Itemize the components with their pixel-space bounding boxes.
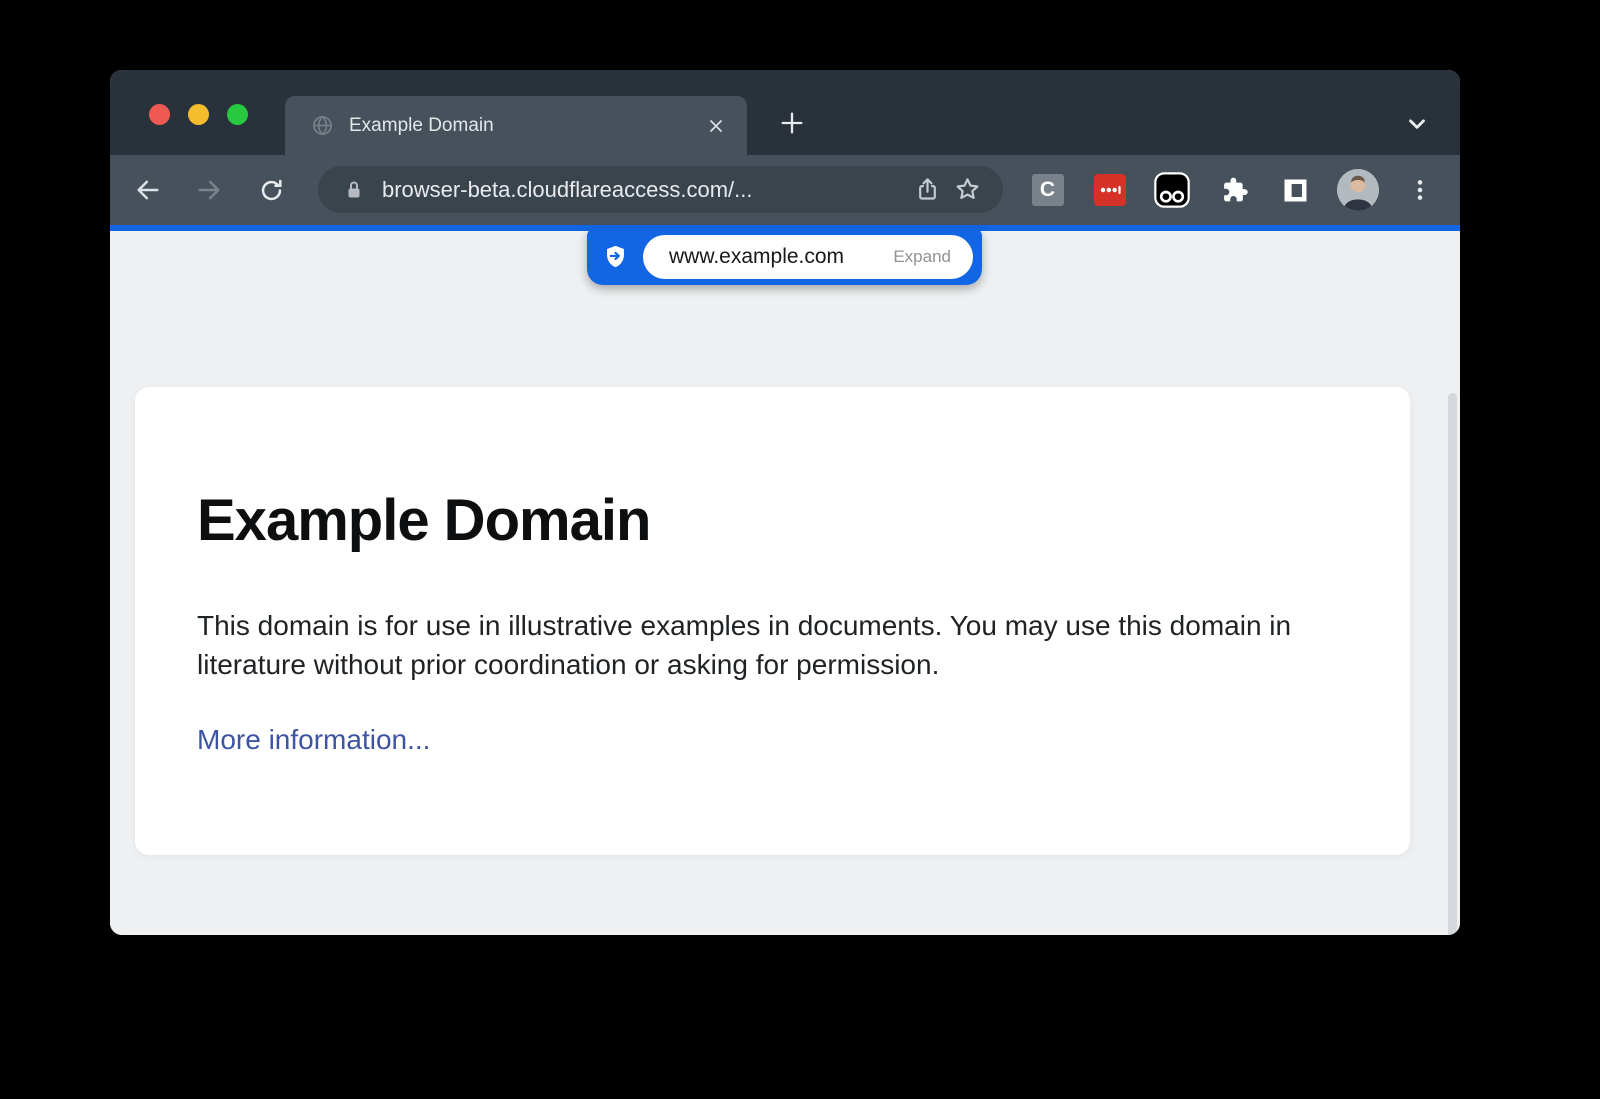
- page-viewport: Example Domain This domain is for use in…: [110, 225, 1460, 935]
- tab-example-domain[interactable]: Example Domain: [285, 96, 747, 155]
- password-manager-extension-icon[interactable]: [1087, 168, 1132, 213]
- black-circles-extension-icon[interactable]: [1149, 168, 1194, 213]
- address-bar[interactable]: browser-beta.cloudflareaccess.com/...: [318, 166, 1003, 213]
- window-close-button[interactable]: [149, 104, 170, 125]
- reload-button[interactable]: [250, 169, 292, 211]
- isolated-hostname: www.example.com: [669, 245, 844, 269]
- tab-title: Example Domain: [349, 115, 703, 137]
- example-domain-card: Example Domain This domain is for use in…: [135, 387, 1410, 855]
- vertical-scrollbar[interactable]: [1448, 393, 1457, 935]
- page-title: Example Domain: [197, 487, 1348, 554]
- lock-icon: [342, 178, 366, 202]
- window-minimize-button[interactable]: [188, 104, 209, 125]
- shield-arrow-icon: [587, 243, 643, 270]
- share-icon[interactable]: [907, 170, 947, 210]
- extensions-row: C: [1025, 155, 1442, 225]
- page-paragraph: This domain is for use in illustrative e…: [197, 606, 1348, 684]
- window-zoom-button[interactable]: [227, 104, 248, 125]
- tab-strip: Example Domain: [110, 70, 1460, 155]
- sidebar-frame-icon[interactable]: [1273, 168, 1318, 213]
- profile-avatar[interactable]: [1335, 168, 1380, 213]
- browser-menu-dots-icon[interactable]: [1397, 168, 1442, 213]
- new-tab-button[interactable]: [777, 108, 807, 138]
- extension-c-icon[interactable]: C: [1025, 168, 1070, 213]
- globe-favicon-icon: [311, 114, 334, 137]
- forward-button[interactable]: [188, 169, 230, 211]
- extensions-puzzle-icon[interactable]: [1211, 168, 1256, 213]
- browser-window: Example Domain: [110, 70, 1460, 935]
- bookmark-star-icon[interactable]: [947, 170, 987, 210]
- more-information-link[interactable]: More information...: [197, 724, 430, 756]
- isolated-hostname-pill[interactable]: www.example.com Expand: [643, 235, 973, 279]
- tab-list-chevron-icon[interactable]: [1402, 108, 1432, 138]
- isolation-banner[interactable]: www.example.com Expand: [587, 228, 982, 285]
- tab-close-icon[interactable]: [703, 113, 729, 139]
- back-button[interactable]: [127, 169, 169, 211]
- url-text[interactable]: browser-beta.cloudflareaccess.com/...: [382, 177, 907, 203]
- expand-button[interactable]: Expand: [893, 247, 951, 267]
